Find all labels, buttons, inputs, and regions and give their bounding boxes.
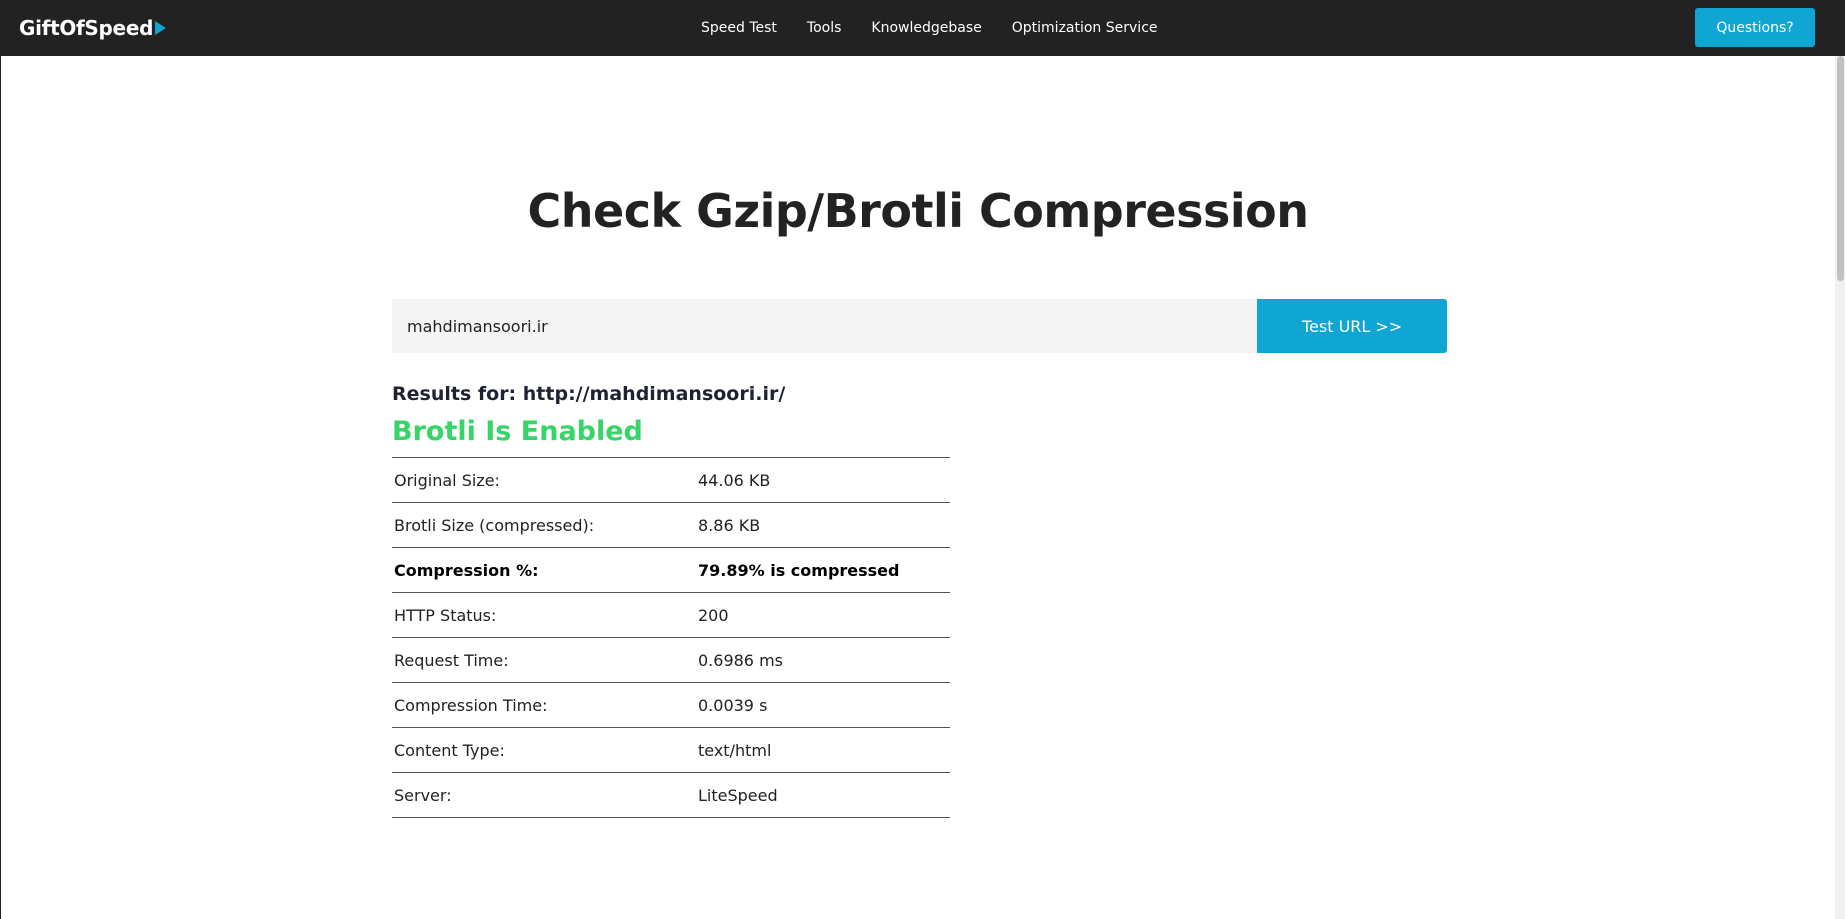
result-value: text/html <box>698 740 772 760</box>
result-label: Brotli Size (compressed): <box>394 515 595 535</box>
test-url-button[interactable]: Test URL >> <box>1257 299 1447 353</box>
result-label: HTTP Status: <box>394 605 497 625</box>
results-table: Original Size: 44.06 KB Brotli Size (com… <box>392 457 950 818</box>
play-arrow-icon <box>155 21 167 35</box>
result-label: Server: <box>394 785 452 805</box>
result-value: 8.86 KB <box>698 515 761 535</box>
result-row-brotli-size: Brotli Size (compressed): 8.86 KB <box>392 503 950 548</box>
site-logo[interactable]: GiftOfSpeed <box>19 14 167 42</box>
nav-item-tools[interactable]: Tools <box>807 20 842 36</box>
nav-item-knowledgebase[interactable]: Knowledgebase <box>871 20 981 36</box>
nav-item-optimization-service[interactable]: Optimization Service <box>1012 20 1158 36</box>
result-value: 0.6986 ms <box>698 650 783 670</box>
questions-button[interactable]: Questions? <box>1695 8 1815 47</box>
url-test-form: Test URL >> <box>392 299 1447 353</box>
result-row-compression-percent: Compression %: 79.89% is compressed <box>392 548 950 593</box>
result-value: 44.06 KB <box>698 470 771 490</box>
page: GiftOfSpeed Speed Test Tools Knowledgeba… <box>0 0 1845 919</box>
result-label: Original Size: <box>394 470 500 490</box>
url-input[interactable] <box>392 299 1258 353</box>
result-row-request-time: Request Time: 0.6986 ms <box>392 638 950 683</box>
result-row-compression-time: Compression Time: 0.0039 s <box>392 683 950 728</box>
result-row-server: Server: LiteSpeed <box>392 773 950 818</box>
nav-item-speed-test[interactable]: Speed Test <box>701 20 777 36</box>
scrollbar-thumb[interactable] <box>1837 56 1844 281</box>
result-value: 200 <box>698 605 729 625</box>
result-row-original-size: Original Size: 44.06 KB <box>392 458 950 503</box>
compression-status: Brotli Is Enabled <box>392 416 643 447</box>
logo-text: GiftOfSpeed <box>19 16 154 40</box>
page-title: Check Gzip/Brotli Compression <box>527 184 1309 238</box>
result-label: Compression Time: <box>394 695 548 715</box>
result-value: 79.89% is compressed <box>698 560 900 580</box>
result-value: 0.0039 s <box>698 695 768 715</box>
result-label: Compression %: <box>394 560 539 580</box>
main-nav: Speed Test Tools Knowledgebase Optimizat… <box>701 0 1188 56</box>
page-scrollbar[interactable] <box>1835 56 1845 919</box>
result-row-content-type: Content Type: text/html <box>392 728 950 773</box>
result-label: Content Type: <box>394 740 505 760</box>
result-value: LiteSpeed <box>698 785 778 805</box>
results-for-heading: Results for: http://mahdimansoori.ir/ <box>392 383 786 405</box>
top-navigation: GiftOfSpeed Speed Test Tools Knowledgeba… <box>1 0 1845 56</box>
result-row-http-status: HTTP Status: 200 <box>392 593 950 638</box>
result-label: Request Time: <box>394 650 509 670</box>
